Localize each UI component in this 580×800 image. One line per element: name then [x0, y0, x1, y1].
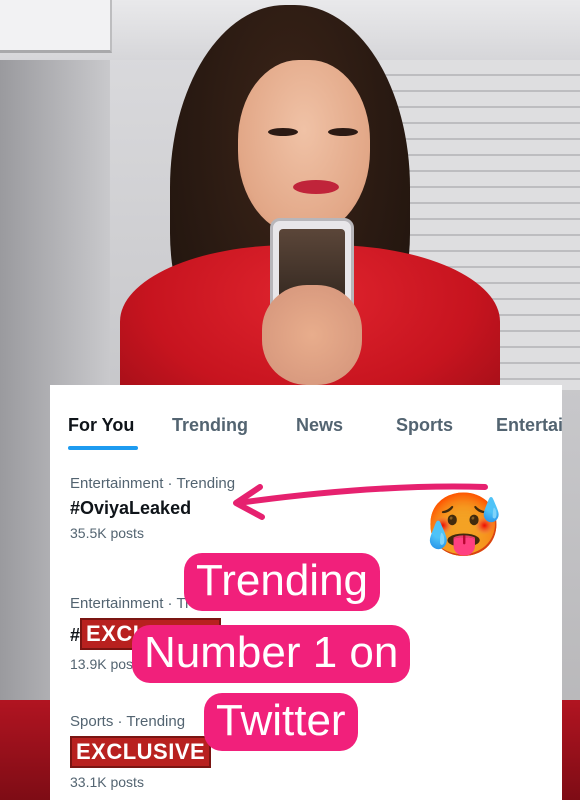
trend-hashtag[interactable]: #OviyaLeaked — [70, 498, 235, 519]
caption-line-2: Number 1 on — [132, 625, 411, 683]
face — [238, 60, 370, 235]
trend-post-count: 33.1K posts — [70, 774, 144, 790]
hand — [262, 285, 362, 385]
active-tab-indicator — [68, 446, 138, 450]
tab-for-you[interactable]: For You — [68, 415, 134, 436]
right-eye — [328, 128, 358, 136]
trend-item[interactable]: Sports · Trending EXCLUSIVE 33.1K posts — [70, 713, 212, 790]
tab-news[interactable]: News — [296, 415, 343, 436]
tab-trending[interactable]: Trending — [172, 415, 248, 436]
hot-face-emoji: 🥵 — [425, 491, 503, 560]
trend-post-count: 35.5K posts — [70, 525, 144, 541]
air-conditioner — [0, 0, 112, 53]
trend-hashtag[interactable]: EXCLUSIVE — [70, 736, 212, 768]
hash-prefix: # — [70, 625, 81, 645]
tab-entertainment[interactable]: Entertainment — [496, 415, 562, 436]
trend-meta: Entertainment · Trending — [70, 475, 236, 492]
caption-line-1: Trending — [184, 553, 381, 611]
left-eye — [268, 128, 298, 136]
explore-tabs: For You Trending News Sports Entertainme… — [50, 385, 562, 465]
trend-meta: Sports · Trending — [70, 713, 186, 730]
tab-sports[interactable]: Sports — [396, 415, 453, 436]
trend-item[interactable]: Entertainment · Trending #OviyaLeaked 35… — [70, 475, 235, 541]
caption-line-3: Twitter — [204, 693, 358, 751]
lips — [293, 180, 339, 194]
exclusive-badge: EXCLUSIVE — [70, 736, 212, 768]
